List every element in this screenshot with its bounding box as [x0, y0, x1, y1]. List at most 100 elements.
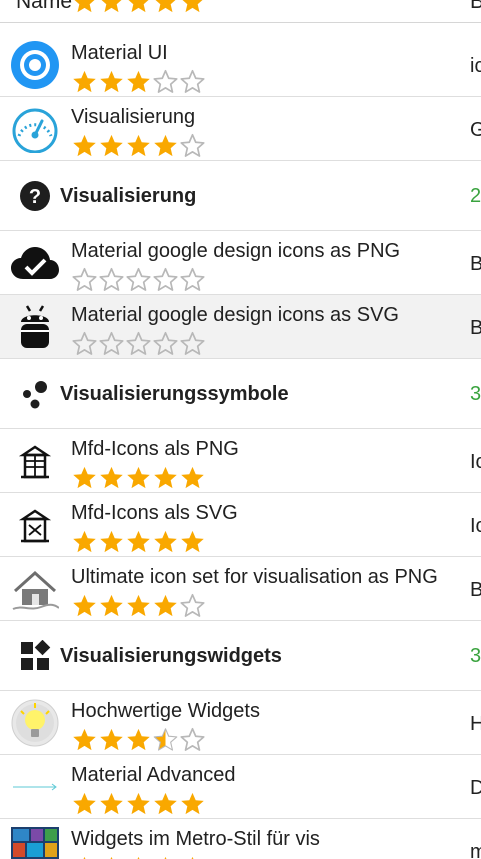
category-row-visualisierung[interactable]: ? Visualisierung 2 [0, 161, 481, 231]
category-title: Visualisierungssymbole [60, 383, 289, 405]
rating-stars [71, 330, 206, 357]
adapter-col2: m [470, 841, 481, 859]
star-filled-icon [191, 856, 194, 859]
column-header-second[interactable]: B [470, 0, 481, 14]
widgets-icon [19, 640, 51, 672]
rating-stars [71, 726, 206, 753]
star-empty-icon [99, 331, 124, 355]
svg-text:?: ? [29, 186, 41, 208]
star-empty-icon [180, 593, 205, 617]
star-empty-icon [180, 267, 205, 291]
column-header-name[interactable]: Name [16, 0, 72, 14]
adapter-row-hochwertige-widgets[interactable]: Hochwertige Widgets H [0, 691, 481, 755]
adapter-row-material-png[interactable]: Material google design icons as PNG B [0, 231, 481, 295]
adapter-row-mfd-svg[interactable]: Mfd-Icons als SVG Ic [0, 493, 481, 557]
rating-stars [71, 854, 206, 859]
star-filled-icon [73, 792, 96, 815]
star-filled-icon [154, 134, 177, 157]
material-ui-icon [11, 41, 59, 89]
adapter-col2: Ic [470, 515, 481, 537]
adapter-title: Material UI [71, 42, 168, 64]
category-title: Visualisierungswidgets [60, 645, 282, 667]
lightbulb-icon [11, 699, 59, 747]
star-filled-icon [127, 594, 150, 617]
adapter-row-visualisierung[interactable]: Visualisierung G [0, 97, 481, 161]
adapter-row-metro-widgets[interactable]: Widgets im Metro-Stil für vis m [0, 819, 481, 859]
star-filled-icon [73, 728, 96, 751]
star-filled-icon [128, 0, 149, 13]
star-filled-icon [100, 530, 123, 553]
adapter-title: Material google design icons as SVG [71, 304, 399, 326]
star-filled-icon [73, 70, 96, 93]
rating-stars [71, 528, 206, 555]
star-half-icon [153, 728, 178, 751]
star-filled-icon [181, 530, 204, 553]
star-empty-icon [126, 331, 151, 355]
star-filled-icon [127, 70, 150, 93]
star-filled-icon [127, 466, 150, 489]
category-count: 3 [470, 645, 481, 667]
star-empty-icon [180, 69, 205, 93]
adapter-title: Material Advanced [71, 764, 236, 786]
rating-stars [71, 464, 206, 491]
star-filled-icon [73, 466, 96, 489]
star-filled-icon [127, 134, 150, 157]
adapter-col2: B [470, 579, 481, 601]
star-filled-icon [100, 466, 123, 489]
adapter-title: Widgets im Metro-Stil für vis [71, 828, 320, 850]
rating-stars [71, 68, 206, 95]
android-icon [11, 303, 59, 351]
metro-tiles-icon [11, 827, 59, 859]
star-empty-icon [72, 267, 97, 291]
rating-stars-partial [71, 0, 206, 15]
star-filled-icon [100, 792, 123, 815]
cloud-check-icon [11, 239, 59, 287]
adapter-title: Hochwertige Widgets [71, 700, 260, 722]
rating-stars [71, 790, 206, 817]
star-empty-icon [72, 331, 97, 355]
star-filled-icon [83, 856, 86, 859]
rating-stars [71, 592, 206, 619]
adapter-row-material-advanced[interactable]: Material Advanced D [0, 755, 481, 819]
star-filled-icon [181, 466, 204, 489]
adapter-row-ultimate-icons[interactable]: Ultimate icon set for visualisation as P… [0, 557, 481, 621]
gauge-icon [11, 105, 59, 153]
star-filled-icon [154, 792, 177, 815]
star-filled-icon [154, 530, 177, 553]
star-empty-icon [99, 267, 124, 291]
star-filled-icon [73, 134, 96, 157]
star-filled-icon [100, 594, 123, 617]
adapter-title: Visualisierung [71, 106, 196, 128]
star-empty-icon [153, 267, 178, 291]
help-circle-icon: ? [19, 180, 51, 212]
arrow-line-icon [11, 763, 59, 811]
dots-icon [19, 378, 51, 410]
star-filled-icon [154, 466, 177, 489]
category-count: 3 [470, 383, 481, 405]
adapter-title: Mfd-Icons als SVG [71, 502, 238, 524]
star-empty-icon [180, 727, 205, 751]
category-row-visualisierungssymbole[interactable]: Visualisierungssymbole 3 [0, 359, 481, 429]
star-empty-icon [180, 331, 205, 355]
star-filled-icon [155, 0, 176, 13]
star-filled-icon [100, 728, 123, 751]
star-filled-icon [127, 530, 150, 553]
adapter-col2: B [470, 253, 481, 275]
gazebo-icon [11, 437, 59, 485]
adapter-title: Mfd-Icons als PNG [71, 438, 239, 460]
adapter-title: Material google design icons as PNG [71, 240, 401, 262]
category-row-visualisierungswidgets[interactable]: Visualisierungswidgets 3 [0, 621, 481, 691]
list-header: Name B [0, 0, 481, 23]
star-empty-icon [153, 69, 178, 93]
star-filled-icon [127, 728, 150, 751]
star-filled-icon [182, 0, 203, 13]
adapter-row-material-ui[interactable]: Material UI ic [0, 33, 481, 97]
adapter-col2: D [470, 777, 481, 799]
adapter-list: Name B Material UI ic Visualisierung G ? [0, 0, 481, 859]
star-filled-icon [100, 134, 123, 157]
star-filled-icon [154, 594, 177, 617]
star-filled-icon [181, 792, 204, 815]
adapter-row-material-svg[interactable]: Material google design icons as SVG B [0, 295, 481, 359]
adapter-row-mfd-png[interactable]: Mfd-Icons als PNG Ic [0, 429, 481, 493]
house-icon [11, 565, 59, 613]
